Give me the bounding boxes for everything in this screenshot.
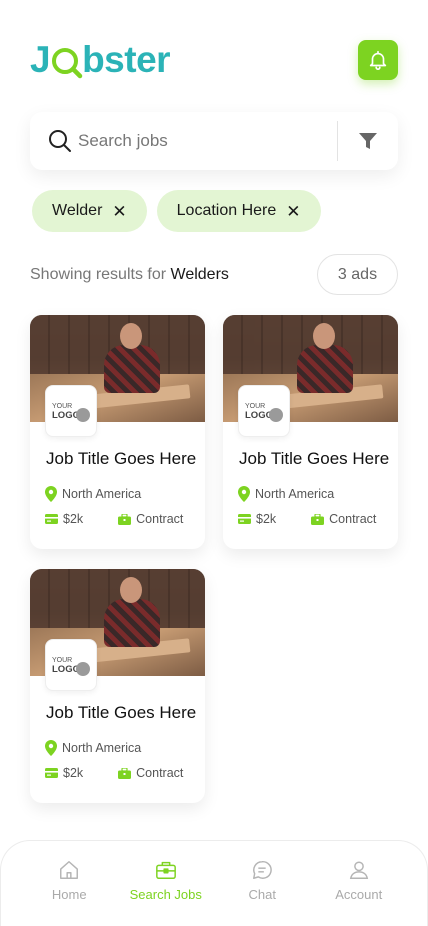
svg-text:YOUR: YOUR bbox=[52, 403, 72, 410]
app-logo: J bster bbox=[30, 38, 171, 82]
results-count-badge: 3 ads bbox=[317, 254, 398, 295]
job-meta: $2k Contract bbox=[45, 512, 183, 526]
svg-text:LOGO: LOGO bbox=[245, 410, 273, 421]
briefcase-icon bbox=[118, 513, 132, 525]
chip-label: Welder bbox=[52, 202, 103, 219]
location-pin-icon bbox=[238, 486, 250, 502]
location-pin-icon bbox=[45, 486, 57, 502]
results-bar: Showing results for Welders 3 ads bbox=[30, 254, 398, 296]
logo-text: bster bbox=[82, 39, 171, 80]
job-type: Contract bbox=[118, 766, 183, 780]
job-meta: $2k Contract bbox=[45, 766, 183, 780]
svg-text:LOGO: LOGO bbox=[52, 664, 80, 675]
tab-label: Chat bbox=[248, 887, 276, 902]
header: J bster bbox=[30, 36, 398, 86]
tab-chat[interactable]: Chat bbox=[217, 859, 307, 926]
job-card[interactable]: YOUR LOGO Job Title Goes Here North Amer… bbox=[30, 569, 205, 803]
bottom-tab-bar: Home Search Jobs Chat Account bbox=[0, 840, 428, 926]
money-icon bbox=[238, 514, 251, 524]
filter-icon bbox=[359, 133, 377, 149]
tab-home[interactable]: Home bbox=[24, 859, 114, 926]
briefcase-icon bbox=[155, 861, 176, 879]
bell-icon bbox=[369, 50, 387, 70]
svg-text:YOUR: YOUR bbox=[52, 657, 72, 664]
results-text: Showing results for Welders bbox=[30, 266, 229, 284]
company-logo: YOUR LOGO bbox=[45, 385, 97, 437]
user-icon bbox=[349, 861, 368, 879]
money-icon bbox=[45, 768, 58, 778]
chat-icon bbox=[253, 861, 273, 879]
tab-label: Search Jobs bbox=[129, 887, 202, 902]
chip-location[interactable]: Location Here ✕ bbox=[156, 190, 321, 232]
job-location: North America bbox=[238, 486, 334, 502]
chip-welder[interactable]: Welder ✕ bbox=[32, 190, 147, 232]
job-location: North America bbox=[45, 740, 141, 756]
search-input[interactable] bbox=[78, 131, 337, 151]
tab-label: Home bbox=[51, 887, 87, 902]
close-icon[interactable]: ✕ bbox=[112, 203, 126, 220]
results-prefix: Showing results for bbox=[30, 266, 167, 283]
notifications-button[interactable] bbox=[358, 40, 398, 80]
job-salary: $2k bbox=[238, 512, 276, 526]
job-salary: $2k bbox=[45, 512, 83, 526]
tab-label: Account bbox=[335, 887, 383, 902]
job-type: Contract bbox=[311, 512, 376, 526]
location-pin-icon bbox=[45, 740, 57, 756]
job-title: Job Title Goes Here bbox=[46, 449, 197, 468]
svg-text:YOUR: YOUR bbox=[245, 403, 265, 410]
company-logo: YOUR LOGO bbox=[45, 639, 97, 691]
briefcase-icon bbox=[118, 767, 132, 779]
job-card[interactable]: YOUR LOGO Job Title Goes Here North Amer… bbox=[30, 315, 205, 549]
home-icon bbox=[60, 861, 79, 879]
briefcase-icon bbox=[311, 513, 325, 525]
job-salary: $2k bbox=[45, 766, 83, 780]
money-icon bbox=[45, 514, 58, 524]
results-term: Welders bbox=[170, 266, 229, 283]
magnifier-logo-icon bbox=[51, 45, 83, 79]
company-logo: YOUR LOGO bbox=[238, 385, 290, 437]
filter-chips: Welder ✕ Location Here ✕ bbox=[32, 190, 321, 232]
filter-button[interactable] bbox=[338, 131, 398, 151]
job-type: Contract bbox=[118, 512, 183, 526]
job-meta: $2k Contract bbox=[238, 512, 376, 526]
search-bar bbox=[30, 112, 398, 170]
job-location: North America bbox=[45, 486, 141, 502]
svg-text:LOGO: LOGO bbox=[52, 410, 80, 421]
job-card[interactable]: YOUR LOGO Job Title Goes Here North Amer… bbox=[223, 315, 398, 549]
tab-account[interactable]: Account bbox=[314, 859, 404, 926]
logo-letter-j: J bbox=[30, 39, 51, 80]
close-icon[interactable]: ✕ bbox=[286, 203, 300, 220]
chip-label: Location Here bbox=[176, 202, 277, 219]
job-title: Job Title Goes Here bbox=[239, 449, 390, 468]
job-title: Job Title Goes Here bbox=[46, 703, 197, 722]
tab-search-jobs[interactable]: Search Jobs bbox=[121, 859, 211, 926]
